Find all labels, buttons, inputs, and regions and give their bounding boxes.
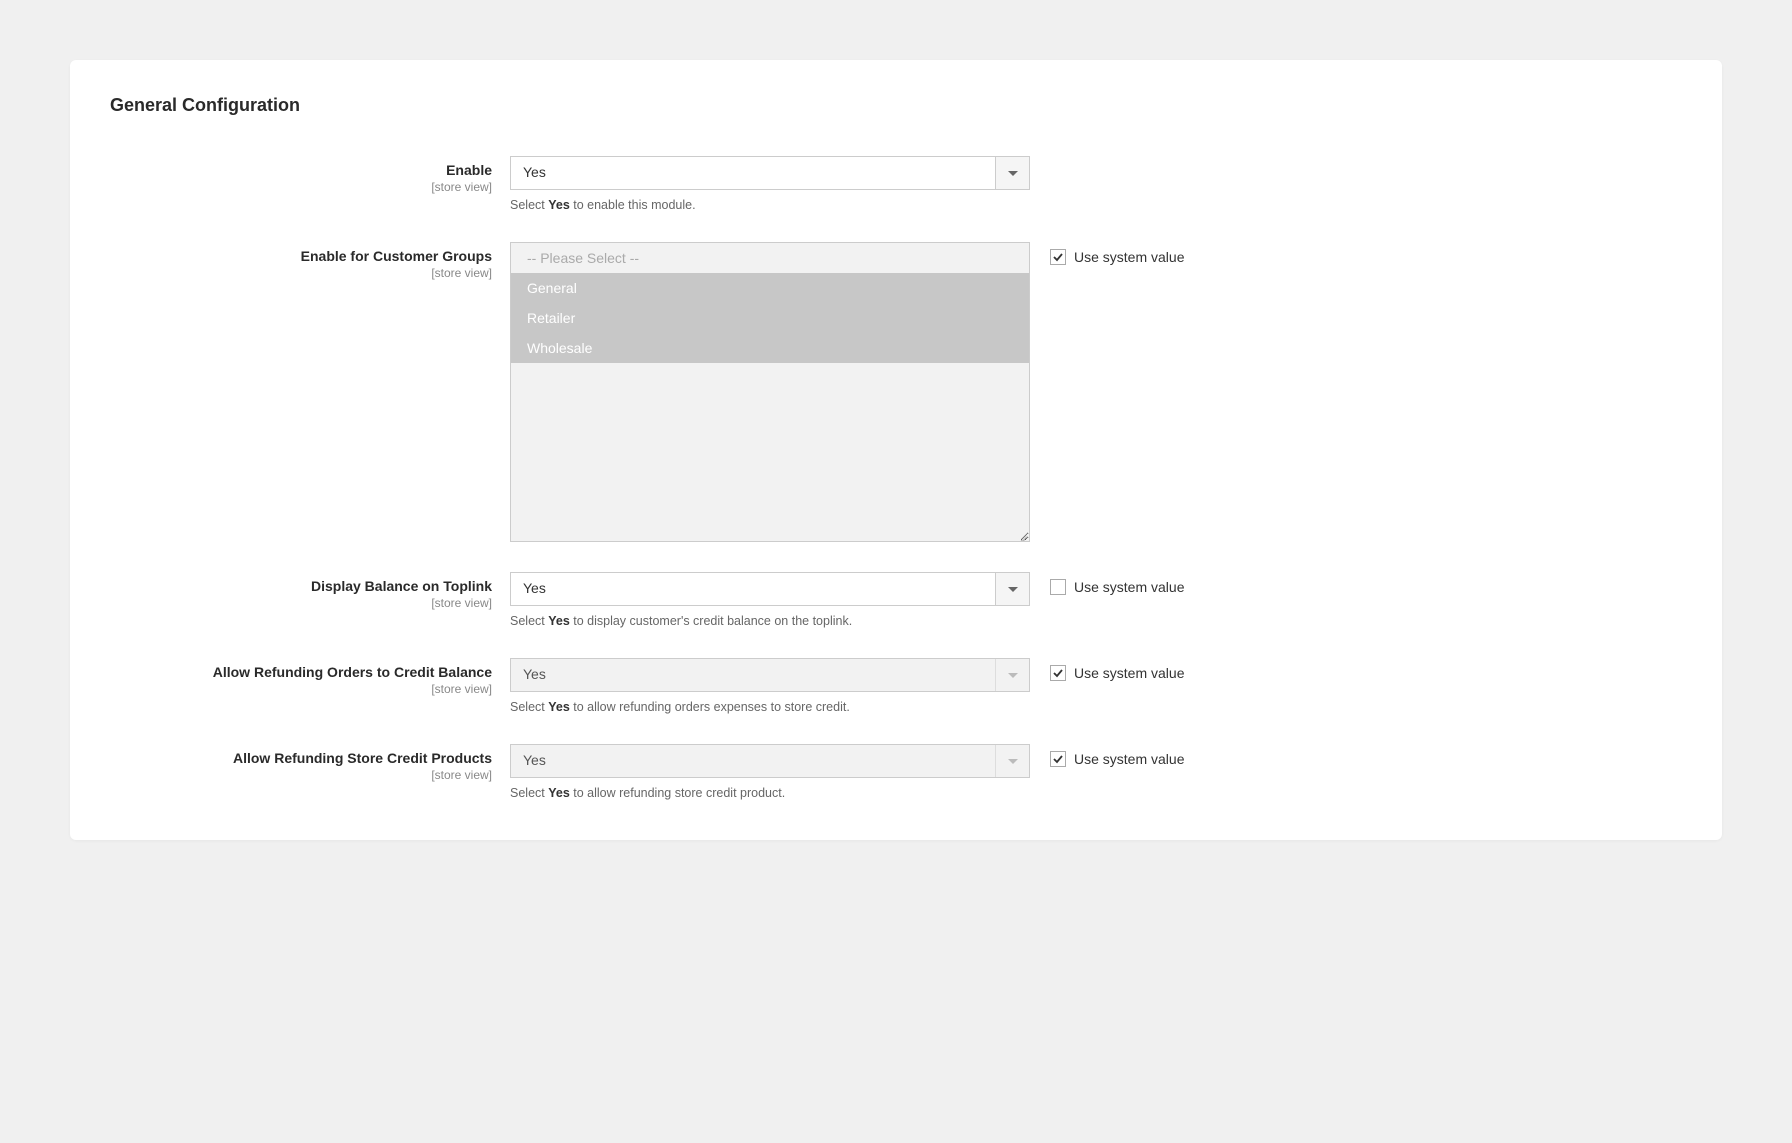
chevron-down-icon — [1008, 673, 1018, 678]
chevron-down-icon — [1008, 587, 1018, 592]
checkbox-icon — [1050, 665, 1066, 681]
scope-label: [store view] — [110, 596, 492, 610]
extra-col: Use system value — [1030, 744, 1184, 767]
field-label: Display Balance on Toplink — [110, 578, 492, 594]
select-value: Yes — [511, 157, 995, 189]
field-label: Enable — [110, 162, 492, 178]
chevron-down-icon — [1008, 171, 1018, 176]
caret-button[interactable] — [995, 157, 1029, 189]
label-col: Display Balance on Toplink [store view] — [110, 572, 510, 610]
scope-label: [store view] — [110, 768, 492, 782]
checkbox-icon — [1050, 751, 1066, 767]
checkbox-label: Use system value — [1074, 665, 1184, 681]
label-col: Enable for Customer Groups [store view] — [110, 242, 510, 280]
control-col: Yes Select Yes to display customer's cre… — [510, 572, 1030, 628]
resize-grip-icon[interactable] — [1017, 529, 1027, 539]
field-hint: Select Yes to display customer's credit … — [510, 614, 1030, 628]
field-hint: Select Yes to allow refunding orders exp… — [510, 700, 1030, 714]
checkbox-icon — [1050, 249, 1066, 265]
caret-button[interactable] — [995, 573, 1029, 605]
use-system-value-checkbox[interactable]: Use system value — [1050, 751, 1184, 767]
refund-products-select: Yes — [510, 744, 1030, 778]
checkbox-label: Use system value — [1074, 751, 1184, 767]
field-row-enable: Enable [store view] Yes Select Yes to en… — [110, 156, 1682, 212]
select-value: Yes — [511, 573, 995, 605]
multiselect-option[interactable]: -- Please Select -- — [511, 243, 1029, 273]
multiselect-option[interactable]: Retailer — [511, 303, 1029, 333]
extra-col: Use system value — [1030, 242, 1184, 265]
display-balance-select[interactable]: Yes — [510, 572, 1030, 606]
field-hint: Select Yes to allow refunding store cred… — [510, 786, 1030, 800]
use-system-value-checkbox[interactable]: Use system value — [1050, 665, 1184, 681]
refund-orders-select: Yes — [510, 658, 1030, 692]
control-col: Yes Select Yes to allow refunding orders… — [510, 658, 1030, 714]
label-col: Allow Refunding Orders to Credit Balance… — [110, 658, 510, 696]
multiselect-option[interactable]: Wholesale — [511, 333, 1029, 363]
scope-label: [store view] — [110, 266, 492, 280]
select-value: Yes — [511, 659, 995, 691]
enable-select[interactable]: Yes — [510, 156, 1030, 190]
field-label: Enable for Customer Groups — [110, 248, 492, 264]
scope-label: [store view] — [110, 682, 492, 696]
caret-button — [995, 659, 1029, 691]
field-label: Allow Refunding Orders to Credit Balance — [110, 664, 492, 680]
checkbox-icon — [1050, 579, 1066, 595]
extra-col: Use system value — [1030, 572, 1184, 595]
field-hint: Select Yes to enable this module. — [510, 198, 1030, 212]
control-col: Yes Select Yes to allow refunding store … — [510, 744, 1030, 800]
field-row-customer-groups: Enable for Customer Groups [store view] … — [110, 242, 1682, 542]
use-system-value-checkbox[interactable]: Use system value — [1050, 249, 1184, 265]
select-value: Yes — [511, 745, 995, 777]
field-row-display-balance: Display Balance on Toplink [store view] … — [110, 572, 1682, 628]
control-col: -- Please Select -- General Retailer Who… — [510, 242, 1030, 542]
field-row-refund-products: Allow Refunding Store Credit Products [s… — [110, 744, 1682, 800]
field-row-refund-orders: Allow Refunding Orders to Credit Balance… — [110, 658, 1682, 714]
chevron-down-icon — [1008, 759, 1018, 764]
scope-label: [store view] — [110, 180, 492, 194]
config-panel: General Configuration Enable [store view… — [70, 60, 1722, 840]
extra-col: Use system value — [1030, 658, 1184, 681]
use-system-value-checkbox[interactable]: Use system value — [1050, 579, 1184, 595]
panel-title: General Configuration — [110, 95, 1682, 116]
caret-button — [995, 745, 1029, 777]
label-col: Enable [store view] — [110, 156, 510, 194]
control-col: Yes Select Yes to enable this module. — [510, 156, 1030, 212]
multiselect-option[interactable]: General — [511, 273, 1029, 303]
checkbox-label: Use system value — [1074, 579, 1184, 595]
customer-groups-multiselect[interactable]: -- Please Select -- General Retailer Who… — [510, 242, 1030, 542]
field-label: Allow Refunding Store Credit Products — [110, 750, 492, 766]
label-col: Allow Refunding Store Credit Products [s… — [110, 744, 510, 782]
checkbox-label: Use system value — [1074, 249, 1184, 265]
